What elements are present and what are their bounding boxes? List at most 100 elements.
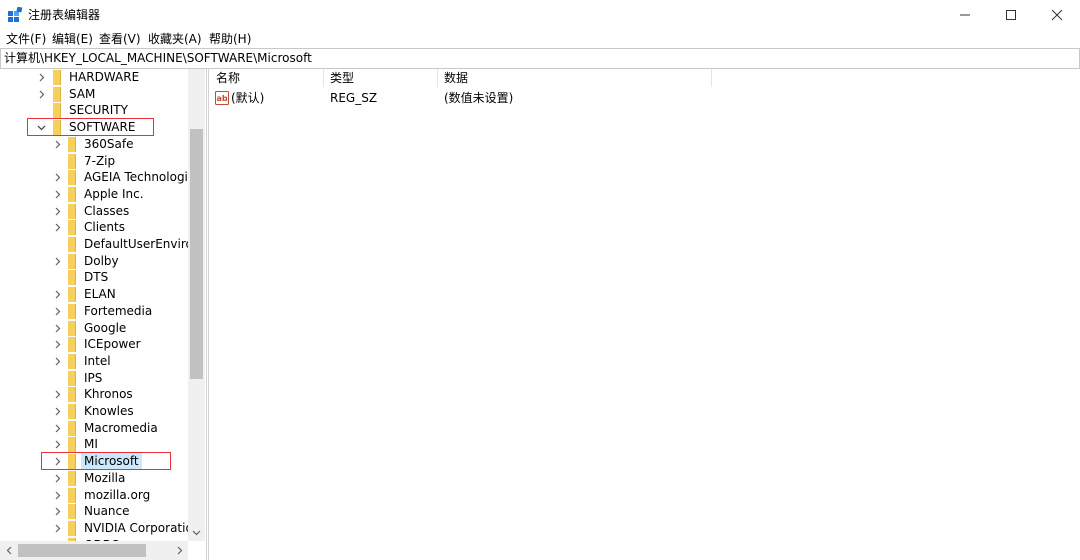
tree-item[interactable]: Classes bbox=[0, 203, 188, 220]
tree-item[interactable]: Microsoft bbox=[0, 453, 188, 471]
tree-expand-button[interactable] bbox=[52, 473, 63, 484]
scroll-left-button[interactable] bbox=[0, 541, 17, 560]
tree-expand-button[interactable] bbox=[52, 339, 63, 350]
tree-item[interactable]: 360Safe bbox=[0, 136, 188, 153]
chevron-right-icon bbox=[55, 223, 60, 232]
folder-icon bbox=[68, 303, 76, 319]
column-separator[interactable] bbox=[323, 69, 324, 87]
column-separator[interactable] bbox=[437, 69, 438, 87]
folder-icon bbox=[68, 470, 76, 486]
tree-item[interactable]: Google bbox=[0, 320, 188, 337]
close-button[interactable] bbox=[1034, 0, 1080, 30]
chevron-right-icon bbox=[55, 440, 60, 449]
chevron-right-icon bbox=[55, 290, 60, 299]
column-header-data[interactable]: 数据 bbox=[444, 69, 468, 87]
tree-expand-button[interactable] bbox=[52, 389, 63, 400]
tree-vertical-scrollbar[interactable] bbox=[188, 69, 205, 541]
close-icon bbox=[1051, 9, 1063, 21]
tree-item[interactable]: Mozilla bbox=[0, 470, 188, 487]
tree-item[interactable]: Khronos bbox=[0, 386, 188, 403]
chevron-right-icon bbox=[55, 424, 60, 433]
tree-item-label: SAM bbox=[69, 86, 96, 101]
tree-expand-button[interactable] bbox=[52, 206, 63, 217]
column-separator[interactable] bbox=[711, 69, 712, 87]
tree-item[interactable]: Intel bbox=[0, 353, 188, 370]
scroll-down-button[interactable] bbox=[188, 524, 205, 541]
scroll-right-button[interactable] bbox=[171, 541, 188, 560]
menu-file[interactable]: 文件(F) bbox=[6, 31, 46, 47]
tree-expand-button[interactable] bbox=[52, 139, 63, 150]
maximize-button[interactable] bbox=[988, 0, 1034, 30]
tree-expand-button[interactable] bbox=[52, 456, 63, 467]
menu-favorites[interactable]: 收藏夹(A) bbox=[148, 31, 202, 47]
tree-expand-button[interactable] bbox=[52, 423, 63, 434]
address-path: 计算机\HKEY_LOCAL_MACHINE\SOFTWARE\Microsof… bbox=[4, 51, 312, 65]
tree-item[interactable]: 7-Zip bbox=[0, 153, 188, 170]
folder-icon bbox=[68, 153, 76, 169]
tree-item[interactable]: Nuance bbox=[0, 503, 188, 520]
column-header-type[interactable]: 类型 bbox=[330, 69, 354, 87]
tree-item[interactable]: Fortemedia bbox=[0, 303, 188, 320]
tree-item[interactable]: SAM bbox=[0, 86, 188, 103]
tree-item[interactable]: DTS bbox=[0, 269, 188, 286]
chevron-left-icon bbox=[6, 546, 11, 555]
tree-expand-button[interactable] bbox=[52, 256, 63, 267]
tree-item-label: Google bbox=[84, 320, 127, 335]
tree-item-label: Fortemedia bbox=[84, 303, 153, 318]
tree-expand-button[interactable] bbox=[52, 306, 63, 317]
tree-expand-button[interactable] bbox=[36, 72, 47, 83]
folder-icon bbox=[68, 520, 76, 536]
tree-expand-button[interactable] bbox=[52, 356, 63, 367]
chevron-right-icon bbox=[55, 140, 60, 149]
menu-edit[interactable]: 编辑(E) bbox=[52, 31, 93, 47]
tree-item[interactable]: ICEpower bbox=[0, 336, 188, 353]
tree-item[interactable]: ELAN bbox=[0, 286, 188, 303]
tree-expand-button[interactable] bbox=[52, 172, 63, 183]
tree-item[interactable]: Clients bbox=[0, 219, 188, 236]
tree-item[interactable]: AGEIA Technologie bbox=[0, 169, 195, 186]
tree-item-label: 360Safe bbox=[84, 136, 134, 151]
tree-expand-button[interactable] bbox=[52, 523, 63, 534]
key-tree: HARDWARE SAM SECURITY SOFTWARE 360Safe 7-Zip A… bbox=[0, 69, 207, 560]
tree-expand-button[interactable] bbox=[52, 406, 63, 417]
tree-horizontal-scroll-thumb[interactable] bbox=[18, 544, 146, 557]
tree-expand-button[interactable] bbox=[36, 89, 47, 100]
value-name[interactable]: (默认) bbox=[231, 90, 264, 107]
folder-icon bbox=[53, 120, 61, 136]
tree-expand-button[interactable] bbox=[52, 323, 63, 334]
tree-collapse-button[interactable] bbox=[36, 122, 47, 133]
tree-item[interactable]: NVIDIA Corporatio bbox=[0, 520, 193, 537]
address-bar[interactable]: 计算机\HKEY_LOCAL_MACHINE\SOFTWARE\Microsof… bbox=[0, 48, 1080, 69]
chevron-right-icon bbox=[55, 491, 60, 499]
tree-item[interactable]: HARDWARE bbox=[0, 69, 188, 86]
tree-expand-button[interactable] bbox=[52, 222, 63, 233]
minimize-button[interactable] bbox=[942, 0, 988, 30]
tree-expand-button[interactable] bbox=[52, 506, 63, 517]
tree-item[interactable]: Apple Inc. bbox=[0, 186, 188, 203]
tree-expand-button[interactable] bbox=[52, 289, 63, 300]
tree-item[interactable]: SECURITY bbox=[0, 102, 188, 119]
tree-item[interactable]: SOFTWARE bbox=[0, 119, 188, 136]
tree-item[interactable]: MI bbox=[0, 436, 188, 453]
menu-help[interactable]: 帮助(H) bbox=[209, 31, 251, 47]
tree-expand-button[interactable] bbox=[52, 490, 63, 501]
menu-view[interactable]: 查看(V) bbox=[99, 31, 141, 47]
tree-horizontal-scrollbar[interactable] bbox=[0, 541, 188, 560]
tree-vertical-scroll-thumb[interactable] bbox=[190, 129, 203, 379]
tree-item[interactable]: Dolby bbox=[0, 253, 188, 270]
tree-item-label: SOFTWARE bbox=[69, 120, 136, 135]
column-header-name[interactable]: 名称 bbox=[216, 69, 240, 87]
tree-expand-button[interactable] bbox=[52, 189, 63, 200]
tree-item-label: DefaultUserEnviron bbox=[84, 237, 201, 251]
tree-item[interactable]: Knowles bbox=[0, 403, 188, 420]
tree-item[interactable]: mozilla.org bbox=[0, 487, 188, 504]
tree-item[interactable]: Macromedia bbox=[0, 420, 188, 437]
tree-item-label: DTS bbox=[84, 270, 109, 285]
tree-item[interactable]: DefaultUserEnviron bbox=[0, 236, 200, 253]
tree-expand-button[interactable] bbox=[52, 439, 63, 450]
tree-item-label: NVIDIA Corporatio bbox=[84, 520, 193, 535]
regedit-icon bbox=[8, 7, 23, 22]
tree-item[interactable]: IPS bbox=[0, 370, 188, 387]
tree-item-label: AGEIA Technologie bbox=[84, 170, 196, 185]
svg-text:ab: ab bbox=[217, 94, 228, 103]
